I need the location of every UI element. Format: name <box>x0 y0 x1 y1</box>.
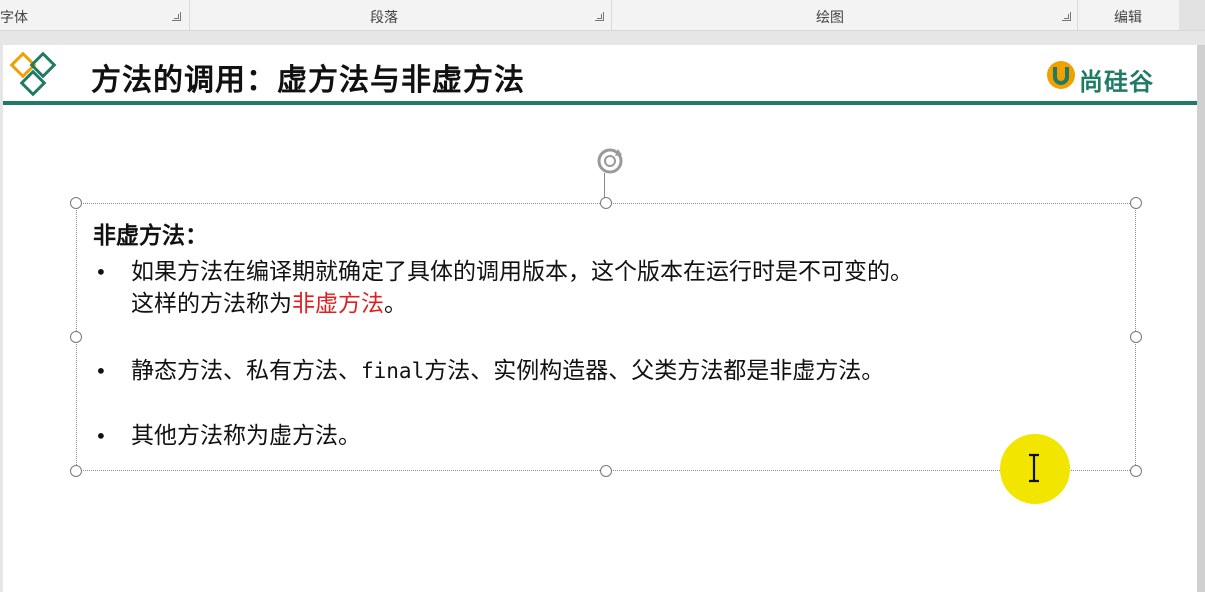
resize-handle-left[interactable] <box>70 331 82 343</box>
resize-handle-top-right[interactable] <box>1130 197 1142 209</box>
ibeam-cursor-icon <box>1029 453 1039 483</box>
header-divider <box>3 101 1197 105</box>
bullet-dot-icon: • <box>95 359 107 383</box>
resize-handle-top-left[interactable] <box>70 197 82 209</box>
slide-canvas[interactable]: 方法的调用：虚方法与非虚方法 尚硅谷 非虚方法： • 如果方法在编译期就确定了具… <box>3 45 1197 592</box>
bullet-item: • 其他方法称为虚方法。 <box>93 420 1133 452</box>
diamond-logo-icon <box>9 51 65 103</box>
bullet-dot-icon: • <box>95 424 107 448</box>
bullet-text-a: 静态方法、私有方法、 <box>131 358 361 384</box>
slide-title: 方法的调用：虚方法与非虚方法 <box>91 63 525 98</box>
ribbon-group-label-font: 字体 <box>0 10 28 26</box>
ribbon-collapse-area[interactable] <box>1179 0 1205 30</box>
selected-textbox[interactable]: 非虚方法： • 如果方法在编译期就确定了具体的调用版本，这个版本在运行时是不可变… <box>70 197 1142 477</box>
resize-handle-right[interactable] <box>1130 331 1142 343</box>
textbox-content[interactable]: 非虚方法： • 如果方法在编译期就确定了具体的调用版本，这个版本在运行时是不可变… <box>93 216 1133 452</box>
ribbon-group-editing: 编辑 <box>1078 0 1181 30</box>
bullet-text-prefix: 这样的方法称为 <box>131 291 292 317</box>
bullet-text-suffix: 。 <box>384 291 407 317</box>
ribbon-group-bar: 字体 段落 绘图 编辑 <box>0 0 1205 31</box>
resize-handle-top[interactable] <box>600 197 612 209</box>
ribbon-group-font: 字体 <box>0 0 190 30</box>
bullet-text: 其他方法称为虚方法。 <box>131 423 361 449</box>
bullet-item: • 如果方法在编译期就确定了具体的调用版本，这个版本在运行时是不可变的。 这样的… <box>93 256 1133 320</box>
textbox-heading: 非虚方法： <box>93 222 208 249</box>
bullet-item: • 静态方法、私有方法、final方法、实例构造器、父类方法都是非虚方法。 <box>93 355 1133 387</box>
bullet-text: 静态方法、私有方法、final方法、实例构造器、父类方法都是非虚方法。 <box>131 355 1133 387</box>
paragraph-dialog-launcher-icon[interactable] <box>595 12 604 21</box>
ribbon-group-label-paragraph: 段落 <box>370 10 398 26</box>
bullet-text-line2: 这样的方法称为非虚方法。 <box>131 288 1133 320</box>
slide-header: 方法的调用：虚方法与非虚方法 尚硅谷 <box>3 45 1197 105</box>
resize-handle-bottom[interactable] <box>600 465 612 477</box>
bullet-dot-icon: • <box>95 260 107 284</box>
rotate-handle-icon[interactable] <box>592 143 628 179</box>
ribbon-group-drawing: 绘图 <box>612 0 1078 30</box>
brand-u-icon <box>1047 61 1075 89</box>
vertical-scrollbar[interactable] <box>1197 45 1205 592</box>
resize-handle-bottom-left[interactable] <box>70 465 82 477</box>
font-dialog-launcher-icon[interactable] <box>172 12 181 21</box>
drawing-dialog-launcher-icon[interactable] <box>1062 12 1071 21</box>
brand-name: 尚硅谷 <box>1079 68 1154 96</box>
bullet-text-line1: 如果方法在编译期就确定了具体的调用版本，这个版本在运行时是不可变的。 <box>131 259 913 285</box>
highlighted-term: 非虚方法 <box>292 291 384 317</box>
resize-handle-bottom-right[interactable] <box>1130 465 1142 477</box>
ribbon-group-label-editing: 编辑 <box>1114 10 1142 26</box>
keyword-final: final <box>361 359 425 383</box>
ribbon-group-paragraph: 段落 <box>190 0 612 30</box>
slide-workspace: 方法的调用：虚方法与非虚方法 尚硅谷 非虚方法： • 如果方法在编译期就确定了具… <box>0 31 1205 592</box>
ribbon-group-label-drawing: 绘图 <box>816 10 844 26</box>
bullet-text-b: 方法、实例构造器、父类方法都是非虚方法。 <box>424 358 885 384</box>
